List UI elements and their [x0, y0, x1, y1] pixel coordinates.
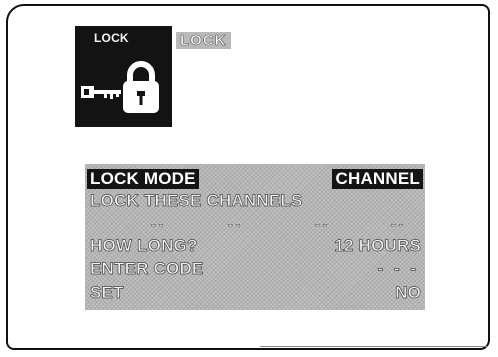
frame-bottom-rule: [260, 346, 488, 347]
channel-slot-3[interactable]: --: [315, 217, 330, 232]
lock-mode-label: LOCK MODE: [87, 169, 199, 189]
channel-slot-2[interactable]: --: [228, 217, 243, 232]
channel-slot-4[interactable]: --: [391, 217, 406, 232]
key-icon: [81, 86, 121, 99]
menu-row-enter-code[interactable]: ENTER CODE - - -: [85, 258, 425, 280]
set-value[interactable]: NO: [395, 282, 421, 304]
menu-row-lock-mode[interactable]: LOCK MODE CHANNEL: [85, 168, 425, 190]
menu-row-set[interactable]: SET NO: [85, 282, 425, 304]
menu-row-channel-slots: -- -- -- --: [85, 212, 425, 232]
page-title: LOCK: [176, 32, 231, 49]
enter-code-value[interactable]: - - -: [377, 258, 419, 280]
lock-tile-label: LOCK: [94, 31, 129, 45]
lock-mode-value[interactable]: CHANNEL: [332, 169, 423, 189]
how-long-value[interactable]: 12 HOURS: [334, 235, 421, 257]
channel-slot-1[interactable]: --: [151, 217, 166, 232]
set-label: SET: [90, 283, 124, 303]
lock-these-channels-label: LOCK THESE CHANNELS: [90, 191, 303, 211]
lock-menu-icon-tile: LOCK: [75, 26, 172, 127]
padlock-icon: [123, 61, 159, 113]
enter-code-label: ENTER CODE: [90, 259, 204, 279]
menu-row-how-long[interactable]: HOW LONG? 12 HOURS: [85, 235, 425, 257]
menu-row-lock-these-channels[interactable]: LOCK THESE CHANNELS: [85, 190, 425, 212]
how-long-label: HOW LONG?: [90, 236, 198, 256]
lock-menu-panel: LOCK MODE CHANNEL LOCK THESE CHANNELS --…: [85, 164, 425, 310]
